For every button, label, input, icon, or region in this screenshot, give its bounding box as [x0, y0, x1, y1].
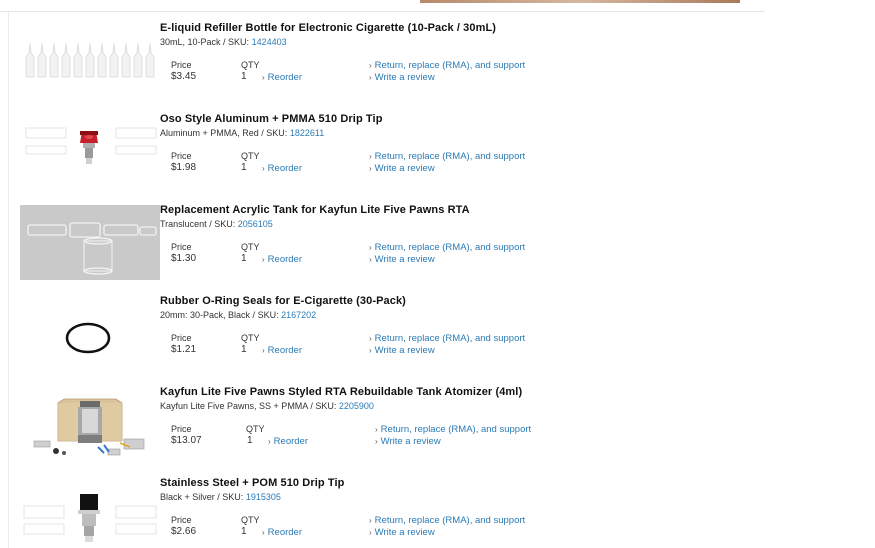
chevron-right-icon: ›	[369, 61, 372, 70]
chevron-right-icon: ›	[369, 73, 372, 82]
qty-value: 1	[241, 344, 247, 355]
support-link[interactable]: › Return, replace (RMA), and support	[375, 424, 531, 435]
review-link[interactable]: › Write a review	[369, 527, 435, 538]
product-thumbnail[interactable]	[20, 116, 160, 192]
product-attributes: Kayfun Lite Five Pawns, SS + PMMA / SKU:…	[160, 401, 374, 411]
support-link[interactable]: › Return, replace (RMA), and support	[369, 151, 525, 162]
reorder-link[interactable]: › Reorder	[262, 345, 302, 356]
price-value: $3.45	[171, 71, 197, 82]
qty-label: QTY	[241, 515, 260, 525]
qty-value: 1	[247, 435, 253, 446]
order-item: Replacement Acrylic Tank for Kayfun Lite…	[0, 204, 765, 295]
product-title[interactable]: Kayfun Lite Five Pawns Styled RTA Rebuil…	[160, 386, 522, 398]
qty-value: 1	[241, 162, 247, 173]
chevron-right-icon: ›	[369, 164, 372, 173]
product-title[interactable]: E-liquid Refiller Bottle for Electronic …	[160, 22, 496, 34]
price-label: Price	[171, 424, 192, 434]
price-label: Price	[171, 242, 192, 252]
reorder-link[interactable]: › Reorder	[262, 163, 302, 174]
qty-label: QTY	[241, 242, 260, 252]
chevron-right-icon: ›	[262, 73, 265, 82]
chevron-right-icon: ›	[262, 528, 265, 537]
sku-link[interactable]: 2205900	[339, 401, 374, 411]
chevron-right-icon: ›	[369, 243, 372, 252]
chevron-right-icon: ›	[262, 346, 265, 355]
order-item: Oso Style Aluminum + PMMA 510 Drip Tip A…	[0, 113, 765, 204]
qty-label: QTY	[246, 424, 265, 434]
review-link[interactable]: › Write a review	[369, 254, 435, 265]
qty-label: QTY	[241, 151, 260, 161]
price-label: Price	[171, 515, 192, 525]
sku-link[interactable]: 1424403	[252, 37, 287, 47]
product-thumbnail[interactable]	[20, 389, 160, 465]
product-thumbnail[interactable]	[20, 205, 160, 280]
reorder-link[interactable]: › Reorder	[262, 527, 302, 538]
sku-link[interactable]: 1915305	[246, 492, 281, 502]
chevron-right-icon: ›	[369, 334, 372, 343]
chevron-right-icon: ›	[369, 255, 372, 264]
qty-value: 1	[241, 253, 247, 264]
chevron-right-icon: ›	[369, 528, 372, 537]
product-thumbnail[interactable]	[20, 25, 160, 101]
price-label: Price	[171, 151, 192, 161]
product-attributes: Translucent / SKU: 2056105	[160, 219, 273, 229]
product-title[interactable]: Replacement Acrylic Tank for Kayfun Lite…	[160, 204, 470, 216]
order-item: Kayfun Lite Five Pawns Styled RTA Rebuil…	[0, 386, 765, 477]
product-thumbnail[interactable]	[20, 298, 160, 374]
chevron-right-icon: ›	[262, 164, 265, 173]
support-link[interactable]: › Return, replace (RMA), and support	[369, 242, 525, 253]
top-banner-image	[420, 0, 740, 3]
qty-label: QTY	[241, 60, 260, 70]
chevron-right-icon: ›	[375, 425, 378, 434]
price-label: Price	[171, 60, 192, 70]
order-item: E-liquid Refiller Bottle for Electronic …	[0, 22, 765, 113]
reorder-link[interactable]: › Reorder	[268, 436, 308, 447]
order-item: Rubber O-Ring Seals for E-Cigarette (30-…	[0, 295, 765, 386]
chevron-right-icon: ›	[369, 516, 372, 525]
chevron-right-icon: ›	[369, 152, 372, 161]
review-link[interactable]: › Write a review	[369, 72, 435, 83]
sku-link[interactable]: 1822611	[290, 128, 324, 138]
chevron-right-icon: ›	[369, 346, 372, 355]
review-link[interactable]: › Write a review	[375, 436, 441, 447]
product-attributes: 30mL, 10-Pack / SKU: 1424403	[160, 37, 287, 47]
reorder-link[interactable]: › Reorder	[262, 254, 302, 265]
qty-label: QTY	[241, 333, 260, 343]
product-attributes: Aluminum + PMMA, Red / SKU: 1822611	[160, 128, 325, 138]
chevron-right-icon: ›	[262, 255, 265, 264]
price-value: $1.21	[171, 344, 197, 355]
sku-link[interactable]: 2167202	[281, 310, 316, 320]
price-label: Price	[171, 333, 192, 343]
product-thumbnail[interactable]	[20, 480, 160, 548]
chevron-right-icon: ›	[375, 437, 378, 446]
price-value: $13.07	[171, 435, 202, 446]
product-title[interactable]: Rubber O-Ring Seals for E-Cigarette (30-…	[160, 295, 406, 307]
order-item: Stainless Steel + POM 510 Drip Tip Black…	[0, 477, 765, 548]
price-value: $2.66	[171, 526, 197, 537]
product-title[interactable]: Oso Style Aluminum + PMMA 510 Drip Tip	[160, 113, 383, 125]
price-value: $1.30	[171, 253, 197, 264]
review-link[interactable]: › Write a review	[369, 345, 435, 356]
reorder-link[interactable]: › Reorder	[262, 72, 302, 83]
qty-value: 1	[241, 526, 247, 537]
support-link[interactable]: › Return, replace (RMA), and support	[369, 515, 525, 526]
support-link[interactable]: › Return, replace (RMA), and support	[369, 333, 525, 344]
product-attributes: Black + Silver / SKU: 1915305	[160, 492, 281, 502]
qty-value: 1	[241, 71, 247, 82]
product-attributes: 20mm: 30-Pack, Black / SKU: 2167202	[160, 310, 317, 320]
support-link[interactable]: › Return, replace (RMA), and support	[369, 60, 525, 71]
product-title[interactable]: Stainless Steel + POM 510 Drip Tip	[160, 477, 344, 489]
chevron-right-icon: ›	[268, 437, 271, 446]
review-link[interactable]: › Write a review	[369, 163, 435, 174]
sku-link[interactable]: 2056105	[238, 219, 273, 229]
top-divider	[0, 11, 765, 12]
price-value: $1.98	[171, 162, 197, 173]
